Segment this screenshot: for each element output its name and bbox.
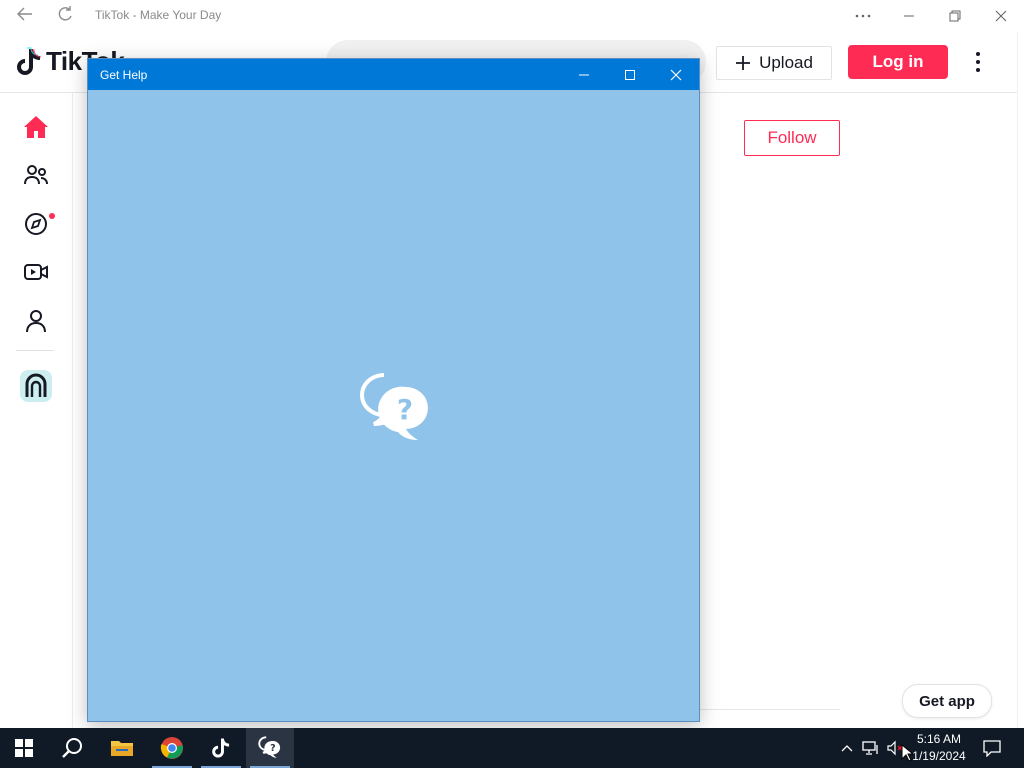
app-title-bar: TikTok - Make Your Day	[0, 0, 1024, 32]
live-video-icon	[24, 264, 48, 280]
clock-date: 1/19/2024	[912, 749, 966, 763]
network-icon[interactable]	[860, 728, 882, 768]
refresh-icon[interactable]	[53, 4, 77, 28]
clock-time: 5:16 AM	[916, 732, 962, 746]
taskbar-chrome[interactable]	[148, 728, 196, 768]
more-menu-icon[interactable]	[966, 46, 990, 78]
people-icon	[24, 165, 48, 185]
home-icon	[24, 116, 48, 138]
follow-button[interactable]: Follow	[744, 120, 840, 156]
upload-button[interactable]: Upload	[716, 46, 832, 80]
tiktok-note-icon	[17, 46, 42, 75]
sidebar-item-live[interactable]	[18, 254, 54, 290]
taskbar: ? 5:16 AM 1/19/2024	[0, 728, 1024, 768]
sidebar-divider	[16, 350, 54, 351]
upload-label: Upload	[759, 53, 813, 72]
help-close-icon[interactable]	[653, 59, 699, 90]
help-minimize-icon[interactable]	[561, 59, 607, 90]
sidebar-item-profile[interactable]	[18, 303, 54, 339]
plus-icon	[736, 56, 751, 70]
tiktok-taskbar-icon	[212, 738, 230, 758]
folder-icon	[111, 741, 133, 756]
content-divider	[700, 709, 840, 710]
sidebar	[0, 93, 73, 728]
window-title: TikTok - Make Your Day	[95, 8, 222, 22]
close-icon[interactable]	[978, 0, 1024, 32]
sidebar-item-explore[interactable]	[18, 206, 54, 242]
page-scrollbar[interactable]	[1017, 32, 1024, 728]
mouse-cursor-icon	[901, 743, 915, 767]
sidebar-item-following[interactable]	[18, 157, 54, 193]
svg-text:?: ?	[270, 743, 276, 754]
windows-logo-icon	[15, 739, 33, 757]
notification-dot	[49, 213, 55, 219]
get-help-title: Get Help	[100, 68, 148, 82]
login-button[interactable]: Log in	[848, 45, 948, 79]
taskbar-file-explorer[interactable]	[98, 728, 146, 768]
get-help-window: Get Help ?	[87, 58, 700, 722]
taskbar-search-button[interactable]	[48, 728, 96, 768]
tray-overflow-chevron-icon[interactable]	[838, 728, 856, 768]
get-help-title-bar[interactable]: Get Help	[88, 59, 699, 90]
person-icon	[26, 310, 46, 333]
help-maximize-icon[interactable]	[607, 59, 653, 90]
get-help-taskbar-icon: ?	[258, 736, 281, 758]
get-app-button[interactable]: Get app	[902, 684, 992, 718]
start-button[interactable]	[0, 728, 48, 768]
help-chat-bubbles-icon: ?	[358, 371, 434, 447]
sidebar-item-home[interactable]	[18, 109, 54, 145]
restore-icon[interactable]	[932, 0, 978, 32]
back-arrow-icon[interactable]	[13, 4, 37, 28]
taskbar-get-help[interactable]: ?	[246, 728, 294, 768]
chrome-icon	[160, 737, 183, 759]
svg-text:?: ?	[397, 393, 413, 426]
taskbar-clock[interactable]: 5:16 AM 1/19/2024	[908, 731, 970, 765]
minimize-icon[interactable]	[886, 0, 932, 32]
action-center-icon[interactable]	[978, 728, 1006, 768]
taskbar-tiktok[interactable]	[197, 728, 245, 768]
tiktok-app-badge-icon	[20, 370, 52, 402]
search-icon	[62, 738, 82, 758]
more-options-icon[interactable]	[840, 0, 886, 32]
compass-icon	[25, 213, 47, 235]
sidebar-item-app-badge[interactable]	[18, 368, 54, 404]
